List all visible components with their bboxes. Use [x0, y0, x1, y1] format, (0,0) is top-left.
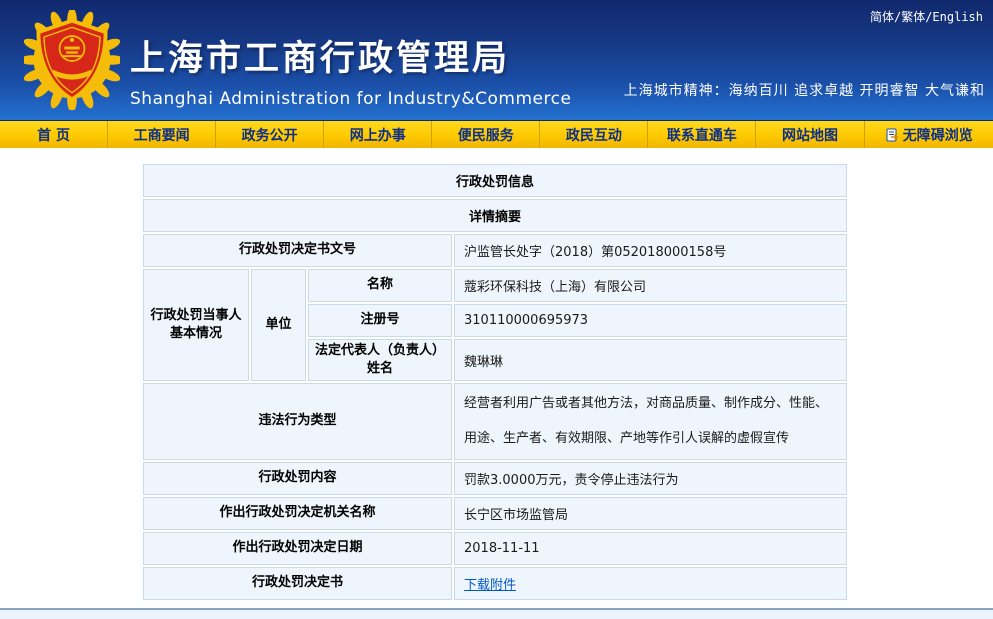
- deciding-authority-value: 长宁区市场监管局: [454, 497, 847, 530]
- nav-item-interaction[interactable]: 政民互动: [540, 121, 648, 148]
- violation-type-value: 经营者利用广告或者其他方法，对商品质量、制作成分、性能、用途、生产者、有效期限、…: [454, 383, 847, 459]
- table-row: 行政处罚当事人基本情况 单位 名称 蔻彩环保科技（上海）有限公司: [143, 269, 847, 302]
- site-header: 简体/繁体/English: [0, 0, 993, 120]
- nav-item-home[interactable]: 首 页: [0, 121, 108, 148]
- party-name-value: 蔻彩环保科技（上海）有限公司: [454, 269, 847, 302]
- nav-item-public-affairs[interactable]: 政务公开: [216, 121, 324, 148]
- penalty-info-table: 行政处罚信息 详情摘要 行政处罚决定书文号 沪监管长处字（2018）第05201…: [141, 162, 849, 602]
- party-name-label: 名称: [308, 269, 452, 302]
- table-title: 行政处罚信息: [143, 164, 847, 197]
- page-title: 上海市工商行政管理局: [130, 30, 571, 81]
- nav-item-sitemap[interactable]: 网站地图: [756, 121, 864, 148]
- penalty-content-value: 罚款3.0000万元，责令停止违法行为: [454, 462, 847, 495]
- nav-item-news[interactable]: 工商要闻: [108, 121, 216, 148]
- table-row: 行政处罚决定书 下载附件: [143, 567, 847, 600]
- nav-item-label: 无障碍浏览: [903, 125, 973, 145]
- table-row: 行政处罚信息: [143, 164, 847, 197]
- table-row: 作出行政处罚决定机关名称 长宁区市场监管局: [143, 497, 847, 530]
- saic-emblem-icon[interactable]: [24, 10, 120, 110]
- page-subtitle: Shanghai Administration for Industry&Com…: [130, 89, 571, 109]
- doc-number-value: 沪监管长处字（2018）第052018000158号: [454, 234, 847, 267]
- table-row: 行政处罚决定书文号 沪监管长处字（2018）第052018000158号: [143, 234, 847, 267]
- decision-document-label: 行政处罚决定书: [143, 567, 452, 600]
- footer-divider: [0, 608, 993, 619]
- registration-number-value: 310110000695973: [454, 304, 847, 337]
- legal-representative-value: 魏琳琳: [454, 339, 847, 381]
- nav-item-online-services[interactable]: 网上办事: [324, 121, 432, 148]
- deciding-authority-label: 作出行政处罚决定机关名称: [143, 497, 452, 530]
- city-spirit-motto: 上海城市精神：海纳百川 追求卓越 开明睿智 大气谦和: [624, 80, 985, 100]
- table-row: 违法行为类型 经营者利用广告或者其他方法，对商品质量、制作成分、性能、用途、生产…: [143, 383, 847, 459]
- penalty-content-label: 行政处罚内容: [143, 462, 452, 495]
- party-type-label: 单位: [251, 269, 306, 381]
- doc-number-label: 行政处罚决定书文号: [143, 234, 452, 267]
- violation-type-label: 违法行为类型: [143, 383, 452, 459]
- table-row: 作出行政处罚决定日期 2018-11-11: [143, 532, 847, 565]
- table-row: 详情摘要: [143, 199, 847, 232]
- download-attachment-link[interactable]: 下载附件: [464, 578, 516, 593]
- nav-item-contact[interactable]: 联系直通车: [648, 121, 756, 148]
- registration-number-label: 注册号: [308, 304, 452, 337]
- legal-representative-label: 法定代表人（负责人）姓名: [308, 339, 452, 381]
- language-switch[interactable]: 简体/繁体/English: [870, 8, 983, 25]
- decision-date-label: 作出行政处罚决定日期: [143, 532, 452, 565]
- table-subtitle: 详情摘要: [143, 199, 847, 232]
- main-nav: 首 页 工商要闻 政务公开 网上办事 便民服务 政民互动 联系直通车 网站地图 …: [0, 120, 993, 148]
- saic-emblem-graphic: [24, 10, 120, 110]
- accessible-browsing-icon: [885, 128, 899, 142]
- content-area: 行政处罚信息 详情摘要 行政处罚决定书文号 沪监管长处字（2018）第05201…: [0, 148, 993, 608]
- table-row: 行政处罚内容 罚款3.0000万元，责令停止违法行为: [143, 462, 847, 495]
- nav-item-convenience-services[interactable]: 便民服务: [432, 121, 540, 148]
- party-group-label: 行政处罚当事人基本情况: [143, 269, 249, 381]
- nav-item-accessible-browsing[interactable]: 无障碍浏览: [865, 121, 993, 148]
- decision-date-value: 2018-11-11: [454, 532, 847, 565]
